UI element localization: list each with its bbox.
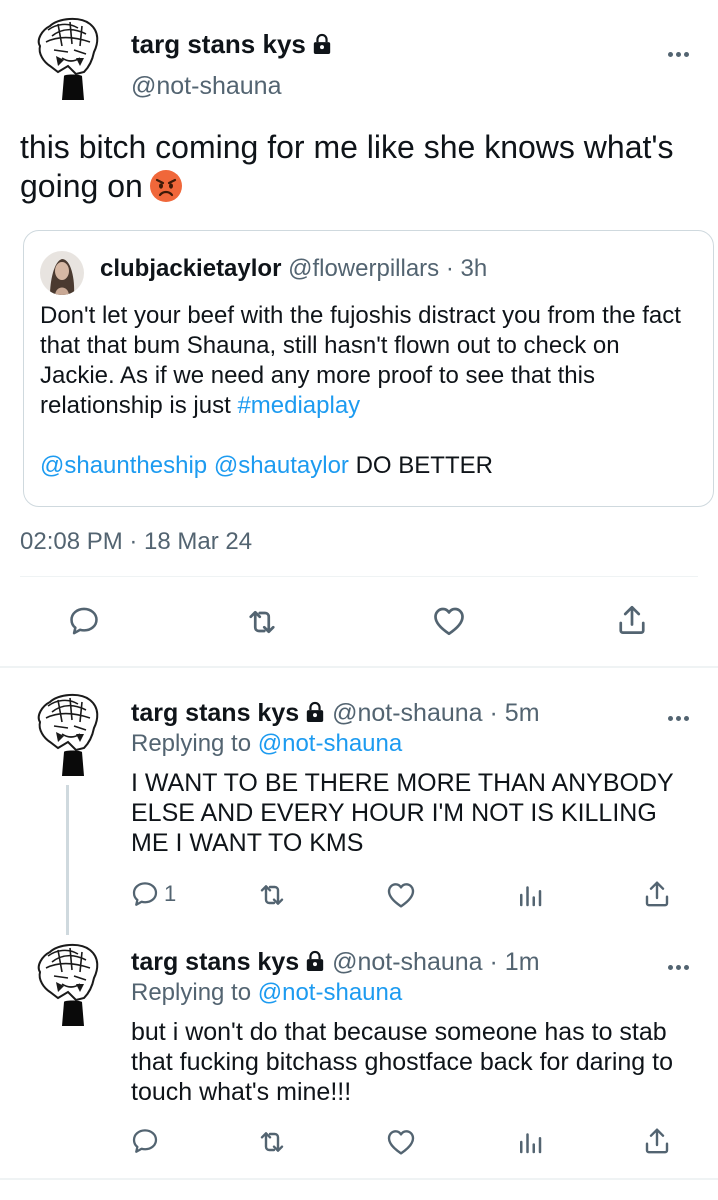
replying-to: Replying to @not-shauna (131, 730, 402, 758)
speech-bubble-icon (130, 1126, 160, 1156)
quoted-tweet[interactable]: clubjackietaylor @flowerpillars · 3h Don… (23, 230, 714, 507)
share-button[interactable] (641, 1124, 673, 1158)
replying-to-link[interactable]: @not-shauna (258, 730, 402, 757)
avatar[interactable] (28, 942, 114, 1028)
avatar[interactable] (28, 16, 114, 102)
like-button[interactable] (385, 879, 417, 911)
timestamp[interactable]: 02:08 PM · 18 Mar 24 (20, 528, 252, 556)
heart-icon (431, 603, 467, 639)
handle[interactable]: @not-shauna (332, 699, 482, 727)
retweet-icon (244, 604, 280, 640)
reply-text: I WANT TO BE THERE MORE THAN ANYBODY ELS… (131, 769, 674, 857)
quoted-time: · 3h (445, 255, 488, 282)
retweet-button[interactable] (256, 879, 288, 911)
display-name[interactable]: targ stans kys (131, 948, 299, 976)
speech-bubble-icon (67, 604, 101, 638)
display-name[interactable]: targ stans kys (131, 29, 332, 62)
quoted-header: clubjackietaylor @flowerpillars · 3h (100, 255, 487, 283)
reply-button[interactable] (67, 604, 101, 638)
replying-prefix: Replying to (131, 979, 252, 1006)
tweet-text: this bitch coming for me like she knows … (20, 128, 700, 212)
thread-line (66, 785, 69, 935)
reply-header: targ stans kys @not-shauna · 1m (131, 948, 540, 979)
share-button[interactable] (614, 601, 650, 639)
handle[interactable]: @not-shauna (131, 72, 281, 101)
reply-header: targ stans kys @not-shauna · 5m (131, 699, 540, 730)
retweet-button[interactable] (256, 1126, 288, 1158)
lock-icon (312, 31, 332, 62)
replying-to-link[interactable]: @not-shauna (258, 979, 402, 1006)
quoted-mentions: @shauntheship @shautaylor DO BETTER (40, 451, 700, 481)
mentions-tail-text: DO BETTER (355, 452, 493, 479)
analytics-button[interactable] (515, 880, 545, 910)
retweet-icon (256, 1126, 288, 1158)
share-icon (641, 1124, 673, 1158)
replying-prefix: Replying to (131, 730, 252, 757)
reply-count: 1 (164, 881, 177, 906)
heart-icon (385, 1126, 417, 1158)
display-name-text: targ stans kys (131, 29, 306, 59)
tweet-text-content: this bitch coming for me like she knows … (20, 129, 674, 204)
retweet-button[interactable] (244, 604, 280, 640)
lock-icon (305, 701, 325, 730)
reply-button[interactable]: 1 (130, 879, 176, 909)
divider (0, 666, 718, 668)
analytics-icon (515, 880, 545, 910)
quoted-display-name[interactable]: clubjackietaylor (100, 255, 281, 282)
angry-face-emoji (149, 169, 183, 212)
share-button[interactable] (641, 877, 673, 911)
handle[interactable]: @not-shauna (332, 948, 482, 976)
mention-link[interactable]: @shautaylor (214, 452, 349, 479)
reply-button[interactable] (130, 1126, 164, 1156)
heart-icon (385, 879, 417, 911)
quoted-avatar[interactable] (40, 251, 84, 295)
retweet-icon (256, 879, 288, 911)
avatar[interactable] (28, 692, 114, 778)
divider (0, 1178, 718, 1180)
more-icon[interactable] (666, 44, 690, 62)
quoted-handle[interactable]: @flowerpillars (288, 255, 439, 282)
analytics-button[interactable] (515, 1127, 545, 1157)
speech-bubble-icon (130, 879, 160, 909)
lock-icon (305, 950, 325, 979)
quoted-text: Don't let your beef with the fujoshis di… (40, 301, 700, 421)
reply-time: · 1m (489, 948, 540, 976)
reply-text: but i won't do that because someone has … (131, 1018, 673, 1106)
share-icon (614, 601, 650, 639)
hashtag-link[interactable]: #mediaplay (237, 392, 360, 419)
more-icon[interactable] (666, 957, 690, 975)
share-icon (641, 877, 673, 911)
divider (20, 576, 698, 577)
like-button[interactable] (385, 1126, 417, 1158)
replying-to: Replying to @not-shauna (131, 979, 402, 1007)
mention-link[interactable]: @shauntheship (40, 452, 207, 479)
reply-time: · 5m (489, 699, 540, 727)
display-name[interactable]: targ stans kys (131, 699, 299, 727)
analytics-icon (515, 1127, 545, 1157)
quoted-text-content: Don't let your beef with the fujoshis di… (40, 302, 681, 419)
more-icon[interactable] (666, 708, 690, 726)
like-button[interactable] (431, 603, 467, 639)
